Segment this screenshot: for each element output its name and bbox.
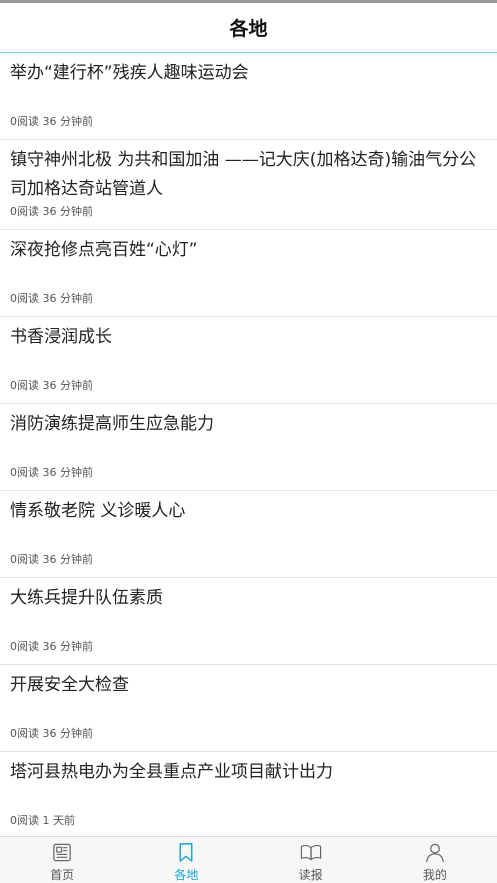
article-headline[interactable]: 消防演练提高师生应急能力 — [10, 410, 491, 439]
article-meta: 0阅读 36 分钟前 — [10, 727, 93, 740]
tab-read-paper[interactable]: 读报 — [249, 837, 373, 883]
bottom-tab-bar: 首页 各地 读报 我的 — [0, 836, 497, 883]
list-item[interactable]: 镇守神州北极 为共和国加油 ——记大庆(加格达奇)输油气分公司加格达奇站管道人 … — [0, 140, 497, 230]
page-title: 各地 — [229, 18, 268, 40]
person-icon — [426, 843, 444, 863]
article-meta: 0阅读 36 分钟前 — [10, 553, 93, 566]
tab-label: 首页 — [50, 868, 75, 882]
article-headline[interactable]: 情系敬老院 义诊暖人心 — [10, 497, 491, 526]
article-meta: 0阅读 1 天前 — [10, 814, 75, 827]
article-headline[interactable]: 深夜抢修点亮百姓“心灯” — [10, 236, 491, 265]
tab-label: 读报 — [298, 868, 323, 882]
article-meta: 0阅读 36 分钟前 — [10, 640, 93, 653]
list-item[interactable]: 消防演练提高师生应急能力 0阅读 36 分钟前 — [0, 404, 497, 491]
article-meta: 0阅读 36 分钟前 — [10, 292, 93, 305]
article-meta: 0阅读 36 分钟前 — [10, 115, 93, 128]
nav-header: 各地 — [0, 3, 497, 53]
tab-label: 我的 — [422, 868, 447, 882]
tab-regions[interactable]: 各地 — [124, 837, 248, 883]
article-meta: 0阅读 36 分钟前 — [10, 466, 93, 479]
article-headline[interactable]: 大练兵提升队伍素质 — [10, 584, 491, 613]
article-headline[interactable]: 塔河县热电办为全县重点产业项目献计出力 — [10, 758, 491, 787]
tab-label: 各地 — [174, 868, 199, 882]
tab-mine[interactable]: 我的 — [373, 837, 497, 883]
list-item[interactable]: 塔河县热电办为全县重点产业项目献计出力 0阅读 1 天前 — [0, 752, 497, 839]
article-meta: 0阅读 36 分钟前 — [10, 205, 93, 218]
list-item[interactable]: 开展安全大检查 0阅读 36 分钟前 — [0, 665, 497, 752]
list-item[interactable]: 举办“建行杯”残疾人趣味运动会 0阅读 36 分钟前 — [0, 53, 497, 140]
open-book-icon — [300, 845, 321, 861]
article-headline[interactable]: 书香浸润成长 — [10, 323, 491, 352]
article-list[interactable]: 举办“建行杯”残疾人趣味运动会 0阅读 36 分钟前 镇守神州北极 为共和国加油… — [0, 53, 497, 839]
list-item[interactable]: 情系敬老院 义诊暖人心 0阅读 36 分钟前 — [0, 491, 497, 578]
bookmark-icon — [179, 843, 193, 862]
article-headline[interactable]: 举办“建行杯”残疾人趣味运动会 — [10, 59, 491, 88]
article-headline[interactable]: 镇守神州北极 为共和国加油 ——记大庆(加格达奇)输油气分公司加格达奇站管道人 — [10, 146, 491, 204]
list-item[interactable]: 大练兵提升队伍素质 0阅读 36 分钟前 — [0, 578, 497, 665]
list-item[interactable]: 书香浸润成长 0阅读 36 分钟前 — [0, 317, 497, 404]
article-headline[interactable]: 开展安全大检查 — [10, 671, 491, 700]
tab-home[interactable]: 首页 — [0, 837, 124, 883]
newspaper-icon — [53, 843, 71, 862]
article-meta: 0阅读 36 分钟前 — [10, 379, 93, 392]
list-item[interactable]: 深夜抢修点亮百姓“心灯” 0阅读 36 分钟前 — [0, 230, 497, 317]
